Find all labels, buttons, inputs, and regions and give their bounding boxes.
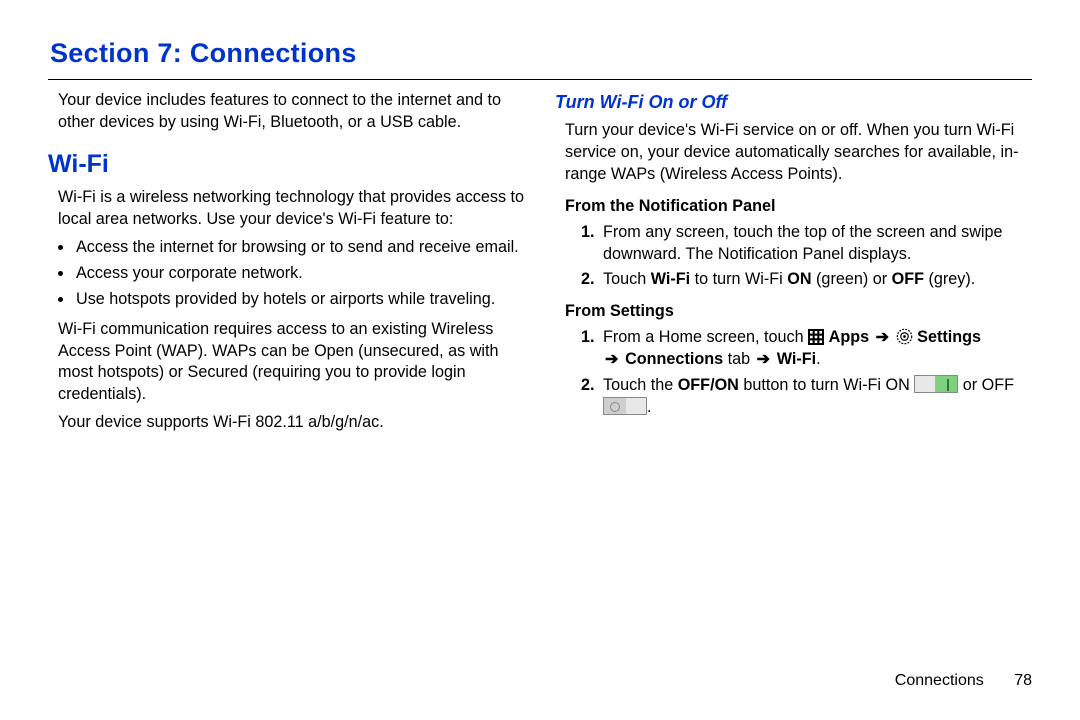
arrow-icon: ➔: [874, 328, 892, 346]
step-text: .: [647, 398, 652, 416]
divider: [48, 79, 1032, 80]
manual-page: Section 7: Connections Your device inclu…: [0, 0, 1080, 720]
list-item: Use hotspots provided by hotels or airpo…: [74, 289, 525, 311]
footer-section: Connections: [895, 672, 984, 689]
support-paragraph: Your device supports Wi-Fi 802.11 a/b/g/…: [48, 412, 525, 434]
wifi-feature-list: Access the internet for browsing or to s…: [48, 237, 525, 311]
bold-label: Wi-Fi: [651, 270, 690, 288]
step-item: From any screen, touch the top of the sc…: [599, 222, 1032, 266]
list-item: Access the internet for browsing or to s…: [74, 237, 525, 259]
step-text: or OFF: [958, 376, 1014, 394]
turn-wifi-intro: Turn your device's Wi-Fi service on or o…: [555, 120, 1032, 186]
wifi-intro: Wi-Fi is a wireless networking technolog…: [48, 187, 525, 231]
step-item: From a Home screen, touch Apps ➔ Setting…: [599, 327, 1032, 371]
bold-label: OFF/ON: [678, 376, 739, 394]
arrow-icon: ➔: [755, 350, 773, 368]
right-column: Turn Wi-Fi On or Off Turn your device's …: [555, 90, 1032, 440]
wap-paragraph: Wi-Fi communication requires access to a…: [48, 319, 525, 406]
step-text: Touch: [603, 270, 651, 288]
bold-label: Apps: [829, 328, 869, 346]
step-item: Touch Wi-Fi to turn Wi-Fi ON (green) or …: [599, 269, 1032, 291]
intro-paragraph: Your device includes features to connect…: [48, 90, 525, 134]
step-text: tab: [723, 350, 755, 368]
wifi-heading: Wi-Fi: [48, 148, 525, 182]
list-item: Access your corporate network.: [74, 263, 525, 285]
section-title: Section 7: Connections: [50, 38, 1032, 69]
step-text: button to turn Wi-Fi ON: [739, 376, 914, 394]
step-item: Touch the OFF/ON button to turn Wi-Fi ON…: [599, 375, 1032, 419]
bold-label: Connections: [625, 350, 723, 368]
two-column-layout: Your device includes features to connect…: [48, 90, 1032, 440]
bold-label: OFF: [892, 270, 924, 288]
arrow-icon: ➔: [603, 350, 621, 368]
page-footer: Connections 78: [895, 672, 1032, 690]
page-number: 78: [1014, 672, 1032, 689]
left-column: Your device includes features to connect…: [48, 90, 525, 440]
turn-wifi-heading: Turn Wi-Fi On or Off: [555, 90, 1032, 114]
toggle-on-icon: [914, 375, 958, 393]
step-text: .: [816, 350, 821, 368]
bold-label: Settings: [917, 328, 981, 346]
from-notification-heading: From the Notification Panel: [555, 196, 1032, 218]
bold-label: ON: [787, 270, 811, 288]
notification-steps: From any screen, touch the top of the sc…: [555, 222, 1032, 292]
step-text: (grey).: [924, 270, 975, 288]
toggle-off-icon: [603, 397, 647, 415]
step-text: (green) or: [812, 270, 892, 288]
from-settings-heading: From Settings: [555, 301, 1032, 323]
step-text: Touch the: [603, 376, 678, 394]
settings-steps: From a Home screen, touch Apps ➔ Setting…: [555, 327, 1032, 418]
settings-icon: [896, 328, 913, 345]
apps-icon: [808, 329, 824, 345]
bold-label: Wi-Fi: [777, 350, 816, 368]
step-text: to turn Wi-Fi: [690, 270, 787, 288]
step-text: From a Home screen, touch: [603, 328, 808, 346]
